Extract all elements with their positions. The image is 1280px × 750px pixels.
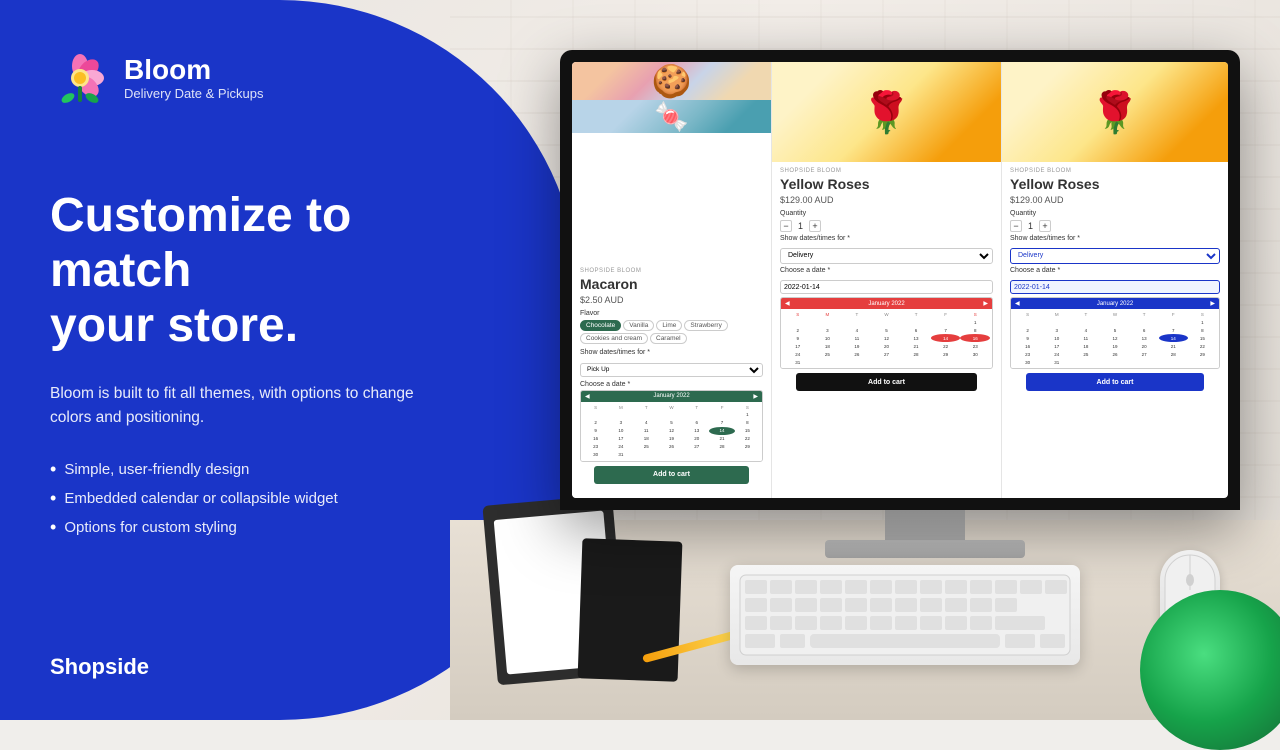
main-heading: Customize to match your store. Bloom is … [50,188,470,538]
add-to-cart-3[interactable]: Add to cart [1026,373,1205,391]
mini-calendar-1: ◀ January 2022 ▶ SMTWTFS 1 2345678 91011… [580,390,763,462]
bloom-logo-icon [50,48,110,108]
add-to-cart-1[interactable]: Add to cart [594,466,750,484]
qty-plus-3[interactable]: + [1039,220,1051,232]
monitor-screen: 🍪 🍬 SHOPSIDE BLOOM Macaron $2.50 AUD Fla… [560,50,1240,510]
macaron-image-bottom: 🍬 [572,100,771,133]
dates-label-1: Show dates/times for * [580,349,763,356]
cal-days-1: SMTWTFS 1 2345678 9101112131415 16171819… [581,402,762,461]
quantity-control-3: − 1 + [1010,220,1220,232]
qty-minus-2[interactable]: − [780,220,792,232]
shopify-label-2: SHOPSIDE BLOOM [780,168,993,174]
dates-label-2: Show dates/times for * [780,235,993,242]
cal-header-1: ◀ January 2022 ▶ [581,391,762,402]
shopify-label-1: SHOPSIDE BLOOM [580,268,763,274]
product-panel-3: 🌹 SHOPSIDE BLOOM Yellow Roses $129.00 AU… [1002,62,1228,498]
yellow-rose-image-2: 🌹 [772,62,1001,162]
screen-inner: 🍪 🍬 SHOPSIDE BLOOM Macaron $2.50 AUD Fla… [572,62,1228,498]
flavor-cookies[interactable]: Cookies and cream [580,333,648,344]
flavor-lime[interactable]: Lime [656,320,682,331]
logo-text: Bloom Delivery Date & Pickups [124,55,263,101]
description: Bloom is built to fit all themes, with o… [50,382,450,432]
qty-value-3: 1 [1028,221,1033,231]
qty-plus-2[interactable]: + [809,220,821,232]
add-to-cart-2[interactable]: Add to cart [796,373,977,391]
flavor-caramel[interactable]: Caramel [650,333,687,344]
monitor: 🍪 🍬 SHOPSIDE BLOOM Macaron $2.50 AUD Fla… [560,50,1280,630]
qty-label-2: Quantity [780,210,993,217]
keyboard [730,565,1080,665]
logo-area: Bloom Delivery Date & Pickups [50,48,470,108]
product-title-1: Macaron [580,276,763,292]
flavor-tags: Chocolate Vanilla Lime Strawberry Cookie… [580,320,763,344]
flavor-label: Flavor [580,310,763,317]
features-list: Simple, user-friendly design Embedded ca… [50,459,470,538]
date-label-3: Choose a date * [1010,267,1220,274]
delivery-select-2[interactable]: Delivery Pick Up [780,248,993,264]
mini-calendar-3: ◀ January 2022 ▶ SMTWTFS 1 2345678 91011… [1010,297,1220,369]
date-label-1: Choose a date * [580,381,763,388]
product-price-3: $129.00 AUD [1010,195,1220,205]
cal-days-3: SMTWTFS 1 2345678 9101112131415 16171819… [1011,309,1219,368]
pickup-select[interactable]: Pick Up Delivery [580,363,763,377]
shopify-label-3: SHOPSIDE BLOOM [1010,168,1220,174]
product-panel-2: 🌹 SHOPSIDE BLOOM Yellow Roses $129.00 AU… [772,62,1002,498]
shopside-logo: Shopside [50,654,149,680]
product-title-3: Yellow Roses [1010,176,1220,192]
panel-2-body: SHOPSIDE BLOOM Yellow Roses $129.00 AUD … [772,162,1001,498]
mini-calendar-2: ◀ January 2022 ▶ SMTWTFS 1 2345678 91011… [780,297,993,369]
feature-3: Options for custom styling [50,517,470,538]
date-label-2: Choose a date * [780,267,993,274]
quantity-control-2: − 1 + [780,220,993,232]
date-input-3[interactable] [1010,280,1220,294]
macaron-image-top: 🍪 [572,62,771,100]
product-title-2: Yellow Roses [780,176,993,192]
product-panel-1: 🍪 🍬 SHOPSIDE BLOOM Macaron $2.50 AUD Fla… [572,62,772,498]
screen-content: 🍪 🍬 SHOPSIDE BLOOM Macaron $2.50 AUD Fla… [572,62,1228,498]
heading: Customize to match your store. [50,188,470,354]
cal-header-3: ◀ January 2022 ▶ [1011,298,1219,309]
monitor-base [825,540,1025,558]
cal-header-2: ◀ January 2022 ▶ [781,298,992,309]
panel-1-images: 🍪 🍬 [572,62,771,262]
flavor-chocolate[interactable]: Chocolate [580,320,621,331]
product-price-2: $129.00 AUD [780,195,993,205]
panel-1-body: SHOPSIDE BLOOM Macaron $2.50 AUD Flavor … [572,262,771,498]
qty-label-3: Quantity [1010,210,1220,217]
feature-2: Embedded calendar or collapsible widget [50,488,470,509]
cal-days-2: SMTWTFS 1 2345678 9101112131416 17181920… [781,309,992,368]
app-subtitle: Delivery Date & Pickups [124,86,263,101]
qty-value-2: 1 [798,221,803,231]
feature-1: Simple, user-friendly design [50,459,470,480]
left-panel: Bloom Delivery Date & Pickups Customize … [0,0,520,720]
deco-ball [1140,590,1280,750]
delivery-select-3[interactable]: Delivery Pick Up [1010,248,1220,264]
flavor-strawberry[interactable]: Strawberry [684,320,727,331]
flavor-vanilla[interactable]: Vanilla [623,320,654,331]
product-price-1: $2.50 AUD [580,295,763,305]
date-input-2[interactable] [780,280,993,294]
yellow-rose-image-3: 🌹 [1002,62,1228,162]
panel-3-body: SHOPSIDE BLOOM Yellow Roses $129.00 AUD … [1002,162,1228,498]
app-name: Bloom [124,55,263,86]
dates-label-3: Show dates/times for * [1010,235,1220,242]
monitor-neck [885,510,965,540]
qty-minus-3[interactable]: − [1010,220,1022,232]
